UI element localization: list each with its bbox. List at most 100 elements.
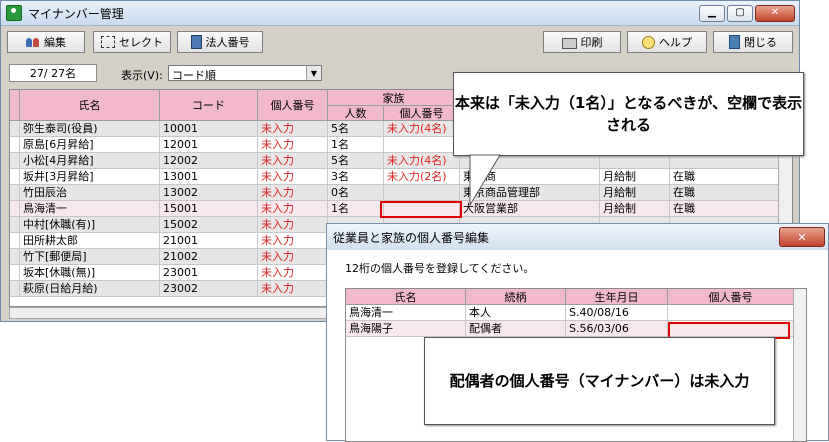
selection-icon bbox=[101, 36, 115, 48]
cell-family-count: 5名 bbox=[328, 153, 384, 169]
annotation-callout-bottom: 配偶者の個人番号（マイナンバー）は未入力 bbox=[424, 337, 775, 425]
cell-dept: 東京商品管理部 bbox=[460, 185, 600, 201]
cell-family-mynumber bbox=[384, 137, 460, 153]
cell-pay: 月給制 bbox=[600, 169, 670, 185]
cell-code: 15001 bbox=[160, 201, 258, 217]
cell-code: 12001 bbox=[160, 137, 258, 153]
select-button[interactable]: セレクト bbox=[93, 31, 171, 53]
close-label: 閉じる bbox=[744, 36, 777, 49]
cell-code: 15002 bbox=[160, 217, 258, 233]
minimize-button[interactable]: ▁ bbox=[699, 4, 725, 22]
cell-code: 23002 bbox=[160, 281, 258, 297]
dialog-cell-relation: 本人 bbox=[466, 305, 566, 321]
chevron-down-icon[interactable]: ▼ bbox=[306, 66, 321, 80]
corp-number-label: 法人番号 bbox=[205, 36, 250, 49]
cell-name: 萩原(日給月給) bbox=[20, 281, 160, 297]
sort-order-select[interactable]: コード順 ▼ bbox=[168, 65, 322, 82]
print-label: 印刷 bbox=[580, 36, 603, 49]
cell-family-count: 0名 bbox=[328, 185, 384, 201]
cell-pay: 月給制 bbox=[600, 201, 670, 217]
cell-pay: 月給制 bbox=[600, 185, 670, 201]
cell-code: 13002 bbox=[160, 185, 258, 201]
close-button[interactable]: 閉じる bbox=[713, 31, 793, 53]
close-window-button[interactable]: ✕ bbox=[755, 4, 795, 22]
header-family-count[interactable]: 人数 bbox=[328, 106, 384, 121]
dialog-table-row[interactable]: 鳥海清一 本人 S.40/08/16 bbox=[346, 305, 794, 321]
cell-name: 竹田辰治 bbox=[20, 185, 160, 201]
cell-family-mynumber bbox=[384, 185, 460, 201]
cell-family-count: 5名 bbox=[328, 121, 384, 137]
sort-order-value: コード順 bbox=[172, 69, 216, 82]
dialog-header-mynumber: 個人番号 bbox=[668, 289, 794, 305]
cell-code: 12002 bbox=[160, 153, 258, 169]
dialog-cell-relation: 配偶者 bbox=[466, 321, 566, 337]
cell-mynumber: 未入力 bbox=[258, 265, 328, 281]
cell-name: 原島[6月昇給] bbox=[20, 137, 160, 153]
print-button[interactable]: 印刷 bbox=[543, 31, 621, 53]
dialog-close-button[interactable]: ✕ bbox=[779, 227, 825, 247]
cell-mynumber: 未入力 bbox=[258, 169, 328, 185]
cell-mynumber: 未入力 bbox=[258, 249, 328, 265]
maximize-button[interactable]: ▢ bbox=[727, 4, 753, 22]
title-bar: マイナンバー管理 ▁ ▢ ✕ bbox=[1, 1, 799, 26]
dialog-header-relation: 続柄 bbox=[466, 289, 566, 305]
cell-name: 小松[4月昇給] bbox=[20, 153, 160, 169]
book-icon bbox=[190, 35, 202, 49]
row-selector bbox=[10, 137, 20, 153]
select-label: セレクト bbox=[119, 36, 163, 49]
cell-name: 竹下[郵便局] bbox=[20, 249, 160, 265]
cell-mynumber: 未入力 bbox=[258, 281, 328, 297]
window-title: マイナンバー管理 bbox=[28, 6, 124, 21]
header-name[interactable]: 氏名 bbox=[20, 90, 160, 121]
help-button[interactable]: ヘルプ bbox=[627, 31, 707, 53]
row-selector bbox=[10, 121, 20, 137]
annotation-callout-top: 本来は「未入力（1名）」となるべきが、空欄で表示される bbox=[453, 72, 804, 156]
cell-mynumber: 未入力 bbox=[258, 185, 328, 201]
dialog-cell-name: 鳥海陽子 bbox=[346, 321, 466, 337]
cell-code: 21001 bbox=[160, 233, 258, 249]
dialog-cell-name: 鳥海清一 bbox=[346, 305, 466, 321]
edit-button[interactable]: 編集 bbox=[7, 31, 85, 53]
row-selector bbox=[10, 281, 20, 297]
table-row[interactable]: 坂井[3月昇給] 13001 未入力 3名 未入力(2名) 東京商 月給制 在職 bbox=[10, 169, 780, 185]
cell-code: 10001 bbox=[160, 121, 258, 137]
row-selector bbox=[10, 233, 20, 249]
cell-dept: 東京商 bbox=[460, 169, 600, 185]
cell-code: 23001 bbox=[160, 265, 258, 281]
cell-family-mynumber: 未入力(4名) bbox=[384, 153, 460, 169]
corp-number-button[interactable]: 法人番号 bbox=[177, 31, 263, 53]
dialog-header-birth: 生年月日 bbox=[566, 289, 668, 305]
cell-status: 在職 bbox=[670, 201, 780, 217]
cell-family-count: 3名 bbox=[328, 169, 384, 185]
dialog-message: 12桁の個人番号を登録してください。 bbox=[345, 262, 535, 275]
row-selector bbox=[10, 217, 20, 233]
row-selector bbox=[10, 169, 20, 185]
dialog-vertical-scrollbar[interactable] bbox=[793, 289, 806, 441]
dialog-cell-birth: S.40/08/16 bbox=[566, 305, 668, 321]
cell-name: 坂本[休職(無)] bbox=[20, 265, 160, 281]
cell-status: 在職 bbox=[670, 185, 780, 201]
table-row[interactable]: 竹田辰治 13002 未入力 0名 東京商品管理部 月給制 在職 bbox=[10, 185, 780, 201]
edit-label: 編集 bbox=[44, 36, 66, 49]
header-mynumber[interactable]: 個人番号 bbox=[258, 90, 328, 121]
header-corner bbox=[10, 90, 20, 121]
cell-mynumber: 未入力 bbox=[258, 153, 328, 169]
missing-value-highlight bbox=[380, 201, 462, 218]
app-icon bbox=[6, 5, 22, 21]
row-selector bbox=[10, 249, 20, 265]
header-family-mynumber[interactable]: 個人番号 bbox=[384, 106, 460, 121]
cell-code: 13001 bbox=[160, 169, 258, 185]
cell-name: 弥生泰司(役員) bbox=[20, 121, 160, 137]
exit-door-icon bbox=[729, 35, 740, 49]
cell-status: 在職 bbox=[670, 169, 780, 185]
header-family: 家族 bbox=[328, 90, 460, 106]
record-count: 27/ 27名 bbox=[9, 64, 97, 82]
cell-name: 鳥海清一 bbox=[20, 201, 160, 217]
cell-mynumber: 未入力 bbox=[258, 137, 328, 153]
row-selector bbox=[10, 185, 20, 201]
dialog-cell-mynumber[interactable] bbox=[668, 305, 794, 321]
toolbar: 編集 セレクト 法人番号 印刷 ヘルプ 閉じる bbox=[1, 31, 799, 55]
dialog-title: 従業員と家族の個人番号編集 bbox=[333, 230, 490, 245]
dialog-cell-birth: S.56/03/06 bbox=[566, 321, 668, 337]
header-code[interactable]: コード bbox=[160, 90, 258, 121]
